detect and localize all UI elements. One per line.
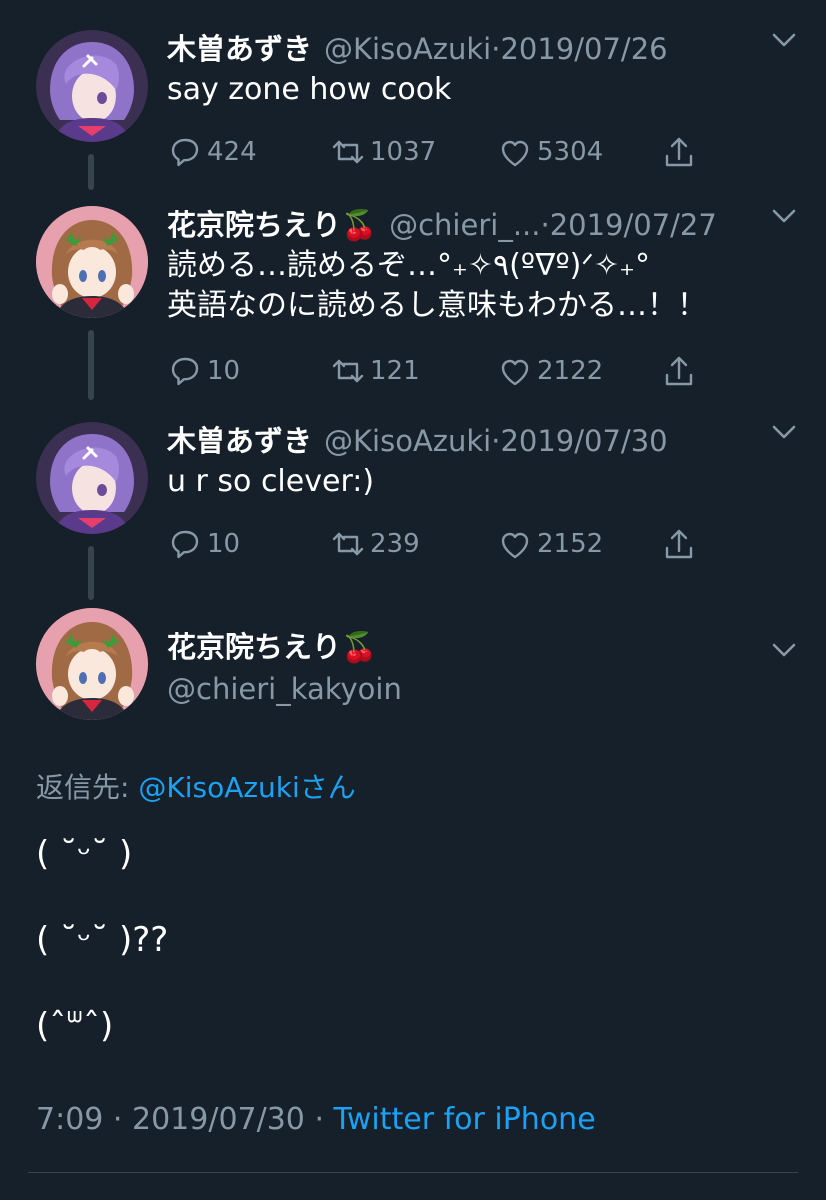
display-name[interactable]: 花京院ちえり🍒 [167, 202, 377, 244]
avatar[interactable] [36, 30, 148, 142]
like-button[interactable]: 2152 [497, 524, 603, 564]
like-count: 2122 [537, 356, 604, 386]
reply-icon [171, 138, 199, 167]
retweet-button[interactable]: 1037 [330, 132, 436, 172]
share-icon [665, 529, 693, 559]
reply-icon [171, 530, 199, 559]
tweet-date[interactable]: 2019/07/26 [500, 32, 667, 66]
tweet-date: 2019/07/30 [131, 1102, 305, 1137]
display-name[interactable]: 木曽あずき [167, 26, 312, 68]
thread-connector [88, 330, 94, 400]
user-handle[interactable]: @KisoAzuki·2019/07/30 [324, 424, 668, 458]
user-handle[interactable]: @chieri_kakyoin [167, 672, 402, 706]
display-name[interactable]: 木曽あずき [167, 418, 312, 460]
mention-suffix: さん [299, 771, 356, 804]
tweet-date[interactable]: 2019/07/27 [550, 208, 717, 242]
retweet-icon [332, 140, 364, 164]
retweet-icon [332, 359, 364, 383]
retweet-count: 239 [370, 529, 420, 559]
tweet-line-3: (ˆᐜˆ) [36, 1006, 114, 1046]
share-button[interactable] [661, 524, 697, 564]
reply-count: 424 [207, 137, 257, 167]
retweet-button[interactable]: 121 [330, 351, 420, 391]
reply-count: 10 [207, 356, 241, 386]
separator: · [103, 1102, 132, 1137]
thread-tweet-2[interactable]: 花京院ちえり🍒 @chieri_...·2019/07/27 読める…読めるぞ…… [0, 196, 826, 416]
heart-icon [501, 140, 529, 167]
user-handle[interactable]: @chieri_...·2019/07/27 [389, 208, 717, 242]
tweet-actions: 10 239 2152 [167, 524, 727, 564]
display-name[interactable]: 花京院ちえり🍒 [167, 624, 402, 666]
heart-icon [501, 359, 529, 386]
tweet-line-1: ( ˘ᵕ˘ ) [36, 834, 133, 874]
tweet-header: 木曽あずき @KisoAzuki·2019/07/26 [167, 26, 668, 70]
tweet-header: 木曽あずき @KisoAzuki·2019/07/30 [167, 418, 668, 462]
avatar[interactable] [36, 422, 148, 534]
tweet-date[interactable]: 2019/07/30 [500, 424, 667, 458]
retweet-icon [332, 532, 364, 556]
reply-button[interactable]: 10 [167, 351, 240, 391]
reply-button[interactable]: 10 [167, 524, 240, 564]
chevron-down-icon[interactable] [772, 208, 796, 224]
user-handle[interactable]: @KisoAzuki·2019/07/26 [324, 32, 668, 66]
reply-button[interactable]: 424 [167, 132, 257, 172]
thread-tweet-3[interactable]: 木曽あずき @KisoAzuki·2019/07/30 u r so cleve… [0, 412, 826, 602]
author-block[interactable]: 花京院ちえり🍒 @chieri_kakyoin [167, 624, 402, 706]
thread-tweet-1[interactable]: 木曽あずき @KisoAzuki·2019/07/26 say zone how… [0, 20, 826, 200]
source-link[interactable]: Twitter for iPhone [334, 1102, 596, 1137]
reply-icon [171, 357, 199, 386]
tweet-header: 花京院ちえり🍒 @chieri_...·2019/07/27 [167, 202, 717, 246]
thread-connector [88, 154, 94, 190]
reply-to-label: 返信先: [36, 771, 139, 804]
like-count: 5304 [537, 137, 604, 167]
separator: · [304, 1102, 334, 1137]
main-tweet: 花京院ちえり🍒 @chieri_kakyoin 返信先: @KisoAzukiさ… [0, 596, 826, 1176]
chevron-down-icon[interactable] [772, 32, 796, 48]
retweet-count: 121 [370, 356, 420, 386]
tweet-actions: 424 1037 5304 [167, 132, 727, 172]
like-button[interactable]: 2122 [497, 351, 603, 391]
heart-icon [501, 532, 529, 559]
tweet-actions: 10 121 2122 [167, 351, 727, 391]
share-icon [665, 137, 693, 167]
share-button[interactable] [661, 132, 697, 172]
tweet-text: 読める…読めるぞ…°₊✧٩(ºᐁº)ᐟ✧₊° 英語なのに読めるし意味もわかる…！… [167, 248, 707, 323]
share-button[interactable] [661, 351, 697, 391]
divider [28, 1172, 798, 1173]
tweet-time: 7:09 [36, 1102, 104, 1137]
mention-link[interactable]: @KisoAzuki [138, 771, 299, 804]
separator: · [540, 208, 550, 242]
chevron-down-icon[interactable] [772, 424, 796, 440]
share-icon [665, 356, 693, 386]
reply-to-line: 返信先: @KisoAzukiさん [36, 766, 356, 806]
retweet-button[interactable]: 239 [330, 524, 420, 564]
avatar[interactable] [36, 608, 148, 720]
like-button[interactable]: 5304 [497, 132, 603, 172]
reply-count: 10 [207, 529, 241, 559]
thread-connector [88, 546, 94, 600]
tweet-text: say zone how cook [167, 72, 452, 107]
avatar[interactable] [36, 206, 148, 318]
tweet-meta: 7:09 · 2019/07/30 · Twitter for iPhone [36, 1102, 596, 1137]
chevron-down-icon[interactable] [772, 642, 796, 658]
like-count: 2152 [537, 529, 604, 559]
tweet-text: u r so clever:) [167, 464, 375, 499]
tweet-line-2: ( ˘ᵕ˘ )?? [36, 920, 169, 960]
retweet-count: 1037 [370, 137, 437, 167]
